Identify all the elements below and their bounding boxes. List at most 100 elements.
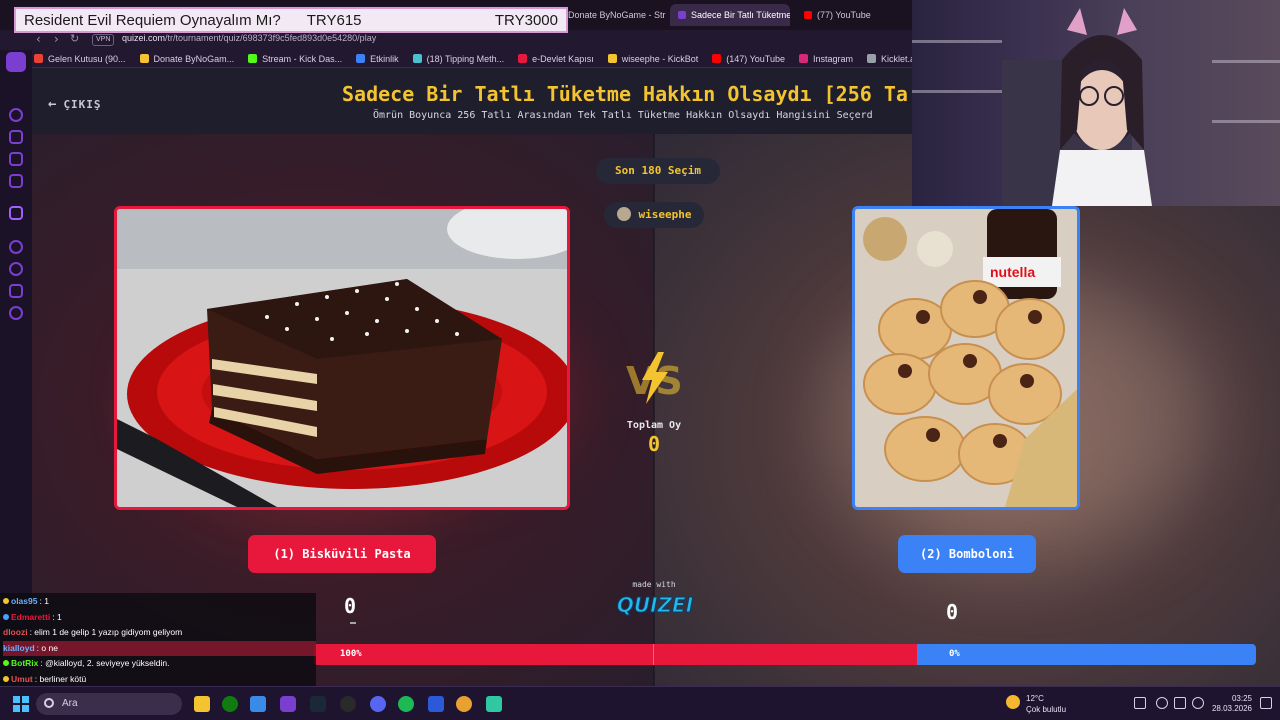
bookmark-label: Etkinlik (370, 53, 399, 64)
clock-time: 03:25 (1231, 694, 1252, 703)
weather-widget[interactable]: 12°C Çok bulutlu (1006, 693, 1066, 715)
notification-icon[interactable] (1260, 697, 1272, 709)
stream-goal-overlay: Resident Evil Requiem Oynayalım Mı? TRY6… (14, 7, 568, 33)
kick-icon (248, 54, 258, 63)
voter-name: wiseephe (638, 208, 692, 221)
chrome-icon[interactable] (456, 696, 472, 712)
quiz-title: Sadece Bir Tatlı Tüketme Hakkın Olsaydı … (342, 82, 908, 106)
xbox-icon[interactable] (222, 696, 238, 712)
tab-label: (77) YouTube (817, 10, 871, 20)
edevlet-icon (518, 54, 528, 63)
volume-icon[interactable] (1192, 697, 1204, 709)
chat-message: Edmaretti: 1 (3, 610, 316, 626)
history-icon[interactable] (9, 108, 23, 122)
twitch-icon[interactable] (9, 206, 23, 220)
wallet-icon[interactable] (9, 130, 23, 144)
steam-icon[interactable] (310, 696, 326, 712)
chat-message: dloozi: elim 1 de gelip 1 yazıp gidiyom … (3, 627, 183, 637)
kickbot-icon (607, 54, 617, 63)
arrow-left-icon: ← (48, 96, 58, 112)
opera-gx-icon[interactable] (280, 696, 296, 712)
taskbar-search[interactable]: Ara (36, 693, 182, 715)
chat-text: elim 1 de gelip 1 yazıp gidiyom geliyom (34, 627, 183, 637)
exit-label: ÇIKIŞ (63, 98, 102, 111)
bookmark-youtube[interactable]: (147) YouTube (712, 54, 785, 64)
choice-image-left[interactable] (114, 206, 570, 510)
reload-icon[interactable]: ↻ (70, 32, 79, 45)
youtube-favicon-icon (804, 11, 812, 19)
choice-image-right[interactable]: nutella (852, 206, 1080, 510)
shelf (1212, 120, 1280, 123)
bookmarks-bar: Gelen Kutusu (90... Donate ByNoGam... St… (0, 50, 958, 68)
chat-text: @kialloyd, 2. seviyeye yükseldin. (45, 658, 170, 668)
bomboloni-image: nutella (855, 209, 1077, 507)
quizei-logo[interactable]: QUIZEI (614, 590, 696, 618)
vote-percent-right: 0% (949, 649, 960, 659)
bookmark-etkinlik[interactable]: Etkinlik (356, 54, 399, 64)
file-explorer-icon[interactable] (194, 696, 210, 712)
forward-arrow-icon[interactable]: › (54, 32, 59, 46)
chat-text: berliner kötü (39, 673, 87, 684)
microphone-icon[interactable] (1156, 697, 1168, 709)
vote-percent-left: 100% (340, 649, 362, 659)
battlenet-icon[interactable] (428, 696, 444, 712)
discord-icon[interactable] (370, 696, 386, 712)
bookmark-edevlet[interactable]: e-Devlet Kapısı (518, 54, 594, 64)
bookmark-bynogame[interactable]: Donate ByNoGam... (139, 53, 235, 64)
vote-fill-left (314, 644, 917, 665)
made-with-label: made with (632, 580, 676, 589)
shelf (912, 40, 1002, 43)
bookmark-label: (147) YouTube (726, 53, 785, 64)
messenger-icon[interactable] (9, 174, 23, 188)
extensions-icon[interactable] (9, 284, 23, 298)
tab-donate-bynogame[interactable]: Donate ByNoGame - Str (560, 4, 668, 26)
youtube-icon (712, 54, 722, 63)
vpn-badge[interactable]: VPN (92, 34, 115, 46)
bookmark-instagram[interactable]: Instagram (798, 54, 853, 64)
choice-button-right[interactable]: (2) Bomboloni (898, 535, 1036, 573)
back-arrow-icon[interactable]: ‹ (36, 32, 41, 46)
app-icon[interactable] (486, 696, 502, 712)
bookmark-kickbot[interactable]: wiseephe - KickBot (607, 54, 698, 64)
chat-message: BotRix: @kialloyd, 2. seviyeye yükseldin… (3, 656, 316, 672)
browser-sidebar (0, 50, 32, 686)
copilot-icon[interactable] (250, 696, 266, 712)
taskbar-clock[interactable]: 03:25 28.03.2026 (1210, 694, 1252, 714)
bookmark-tipping[interactable]: (18) Tipping Meth... (412, 54, 504, 64)
last-choices-pill: Son 180 Seçim (596, 158, 720, 184)
streamer-camera-image (1002, 8, 1152, 206)
choice-button-left[interactable]: (1) Bisküvili Pasta (248, 535, 436, 573)
goal-title: Resident Evil Requiem Oynayalım Mı? (24, 11, 281, 29)
tab-quizei[interactable]: Sadece Bir Tatlı Tüketme (670, 4, 790, 26)
chat-message: Umut: berliner kötü (3, 672, 316, 688)
chat-text: 1 (44, 596, 49, 606)
network-icon[interactable] (1174, 697, 1186, 709)
bookmark-gmail[interactable]: Gelen Kutusu (90... (34, 54, 126, 64)
bookmark-label: Stream - Kick Das... (262, 53, 343, 64)
tray-chevron-icon[interactable] (1112, 697, 1124, 709)
kicklet-icon (867, 54, 876, 63)
obs-icon[interactable] (340, 696, 356, 712)
windows-start-icon[interactable] (13, 696, 29, 712)
address-bar: ‹ › ↻ VPN quizei.com/tr/tournament/quiz/… (0, 30, 912, 50)
spotify-icon[interactable] (398, 696, 414, 712)
chat-icon[interactable] (9, 152, 23, 166)
chat-user: dloozi (3, 627, 28, 637)
exit-button[interactable]: ← ÇIKIŞ (48, 96, 102, 112)
home-icon[interactable] (6, 52, 26, 72)
clock-icon[interactable] (9, 262, 23, 276)
tray-app-icon[interactable] (1134, 697, 1146, 709)
gmail-icon (34, 54, 43, 63)
weather-icon (1006, 695, 1020, 709)
bookmark-kick-dashboard[interactable]: Stream - Kick Das... (248, 54, 342, 64)
brand-text: QUIZEI (617, 593, 694, 617)
quizei-favicon-icon (678, 11, 686, 19)
goal-target: TRY3000 (494, 11, 558, 29)
bookmark-label: Donate ByNoGam... (153, 53, 235, 64)
shelf (1212, 60, 1280, 63)
tab-youtube[interactable]: (77) YouTube (796, 4, 896, 26)
settings-icon[interactable] (9, 306, 23, 320)
player-icon[interactable] (9, 240, 23, 254)
bar-center-mark (653, 644, 654, 665)
url-field[interactable]: quizei.com/tr/tournament/quiz/698373f9c5… (122, 33, 376, 43)
